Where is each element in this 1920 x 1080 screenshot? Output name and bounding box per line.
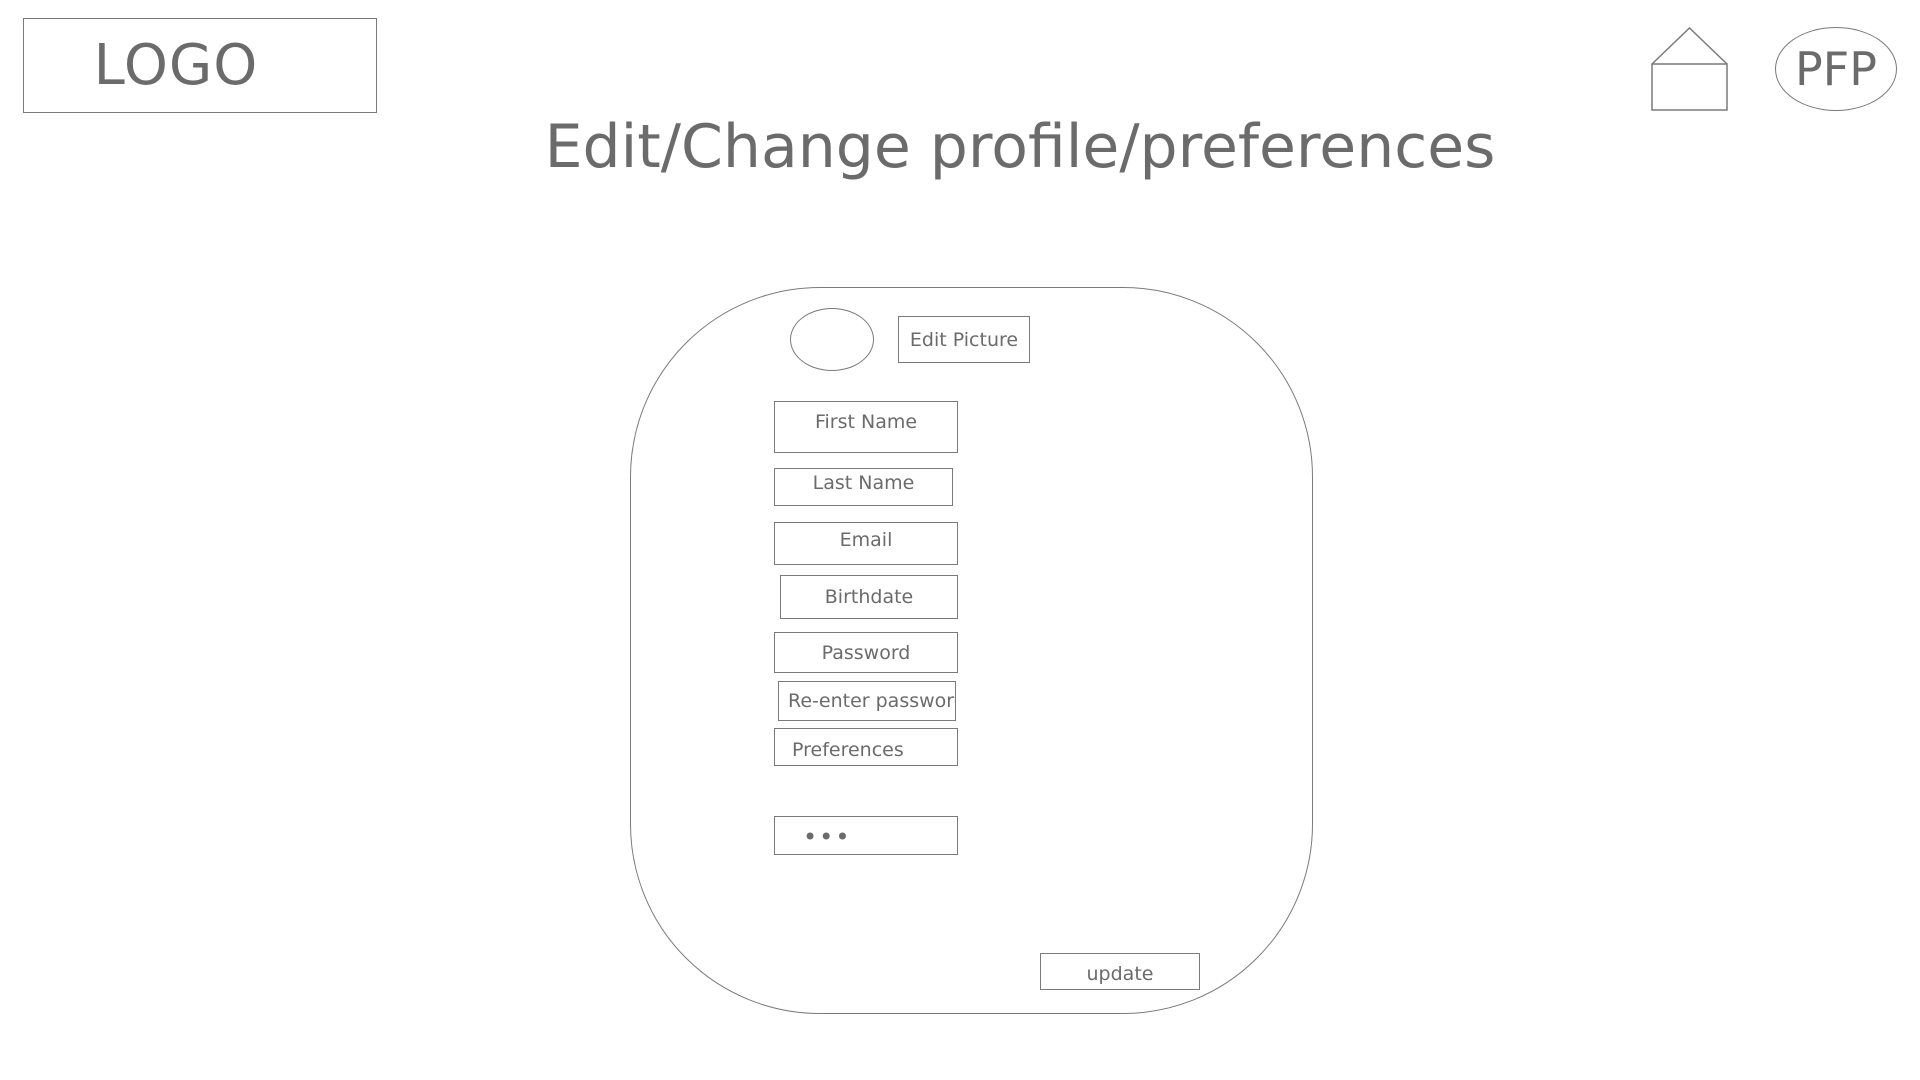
profile-button[interactable]: PFP (1775, 27, 1897, 111)
house-icon (1651, 26, 1728, 111)
password-placeholder: Password (821, 641, 911, 664)
preferences-field[interactable]: Preferences (774, 728, 958, 766)
first-name-field[interactable]: First Name (774, 401, 958, 453)
home-icon[interactable] (1651, 26, 1728, 111)
page-title: Edit/Change profile/preferences (544, 112, 1496, 182)
profile-button-label: PFP (1795, 42, 1877, 96)
email-field[interactable]: Email (774, 522, 958, 565)
logo-text: LOGO (93, 33, 259, 98)
last-name-field[interactable]: Last Name (774, 468, 953, 506)
edit-picture-label: Edit Picture (909, 328, 1019, 351)
first-name-placeholder: First Name (814, 411, 918, 433)
last-name-placeholder: Last Name (812, 472, 915, 494)
password-field[interactable]: Password (774, 632, 958, 673)
update-button[interactable]: update (1040, 953, 1200, 990)
reenter-password-placeholder: Re-enter password (788, 690, 956, 712)
edit-profile-page: LOGO PFP Edit/Change profile/preferences… (0, 0, 1920, 1080)
profile-form-card (630, 287, 1313, 1014)
ellipsis-icon: ••• (803, 822, 852, 851)
preferences-placeholder: Preferences (792, 739, 904, 761)
logo[interactable]: LOGO (23, 18, 377, 113)
update-label: update (1086, 963, 1154, 985)
email-placeholder: Email (839, 529, 893, 551)
reenter-password-field[interactable]: Re-enter password (778, 681, 956, 721)
birthdate-field[interactable]: Birthdate (780, 575, 958, 619)
birthdate-placeholder: Birthdate (824, 586, 914, 608)
avatar (790, 308, 874, 371)
more-fields-button[interactable]: ••• (774, 816, 958, 855)
edit-picture-button[interactable]: Edit Picture (898, 316, 1030, 363)
